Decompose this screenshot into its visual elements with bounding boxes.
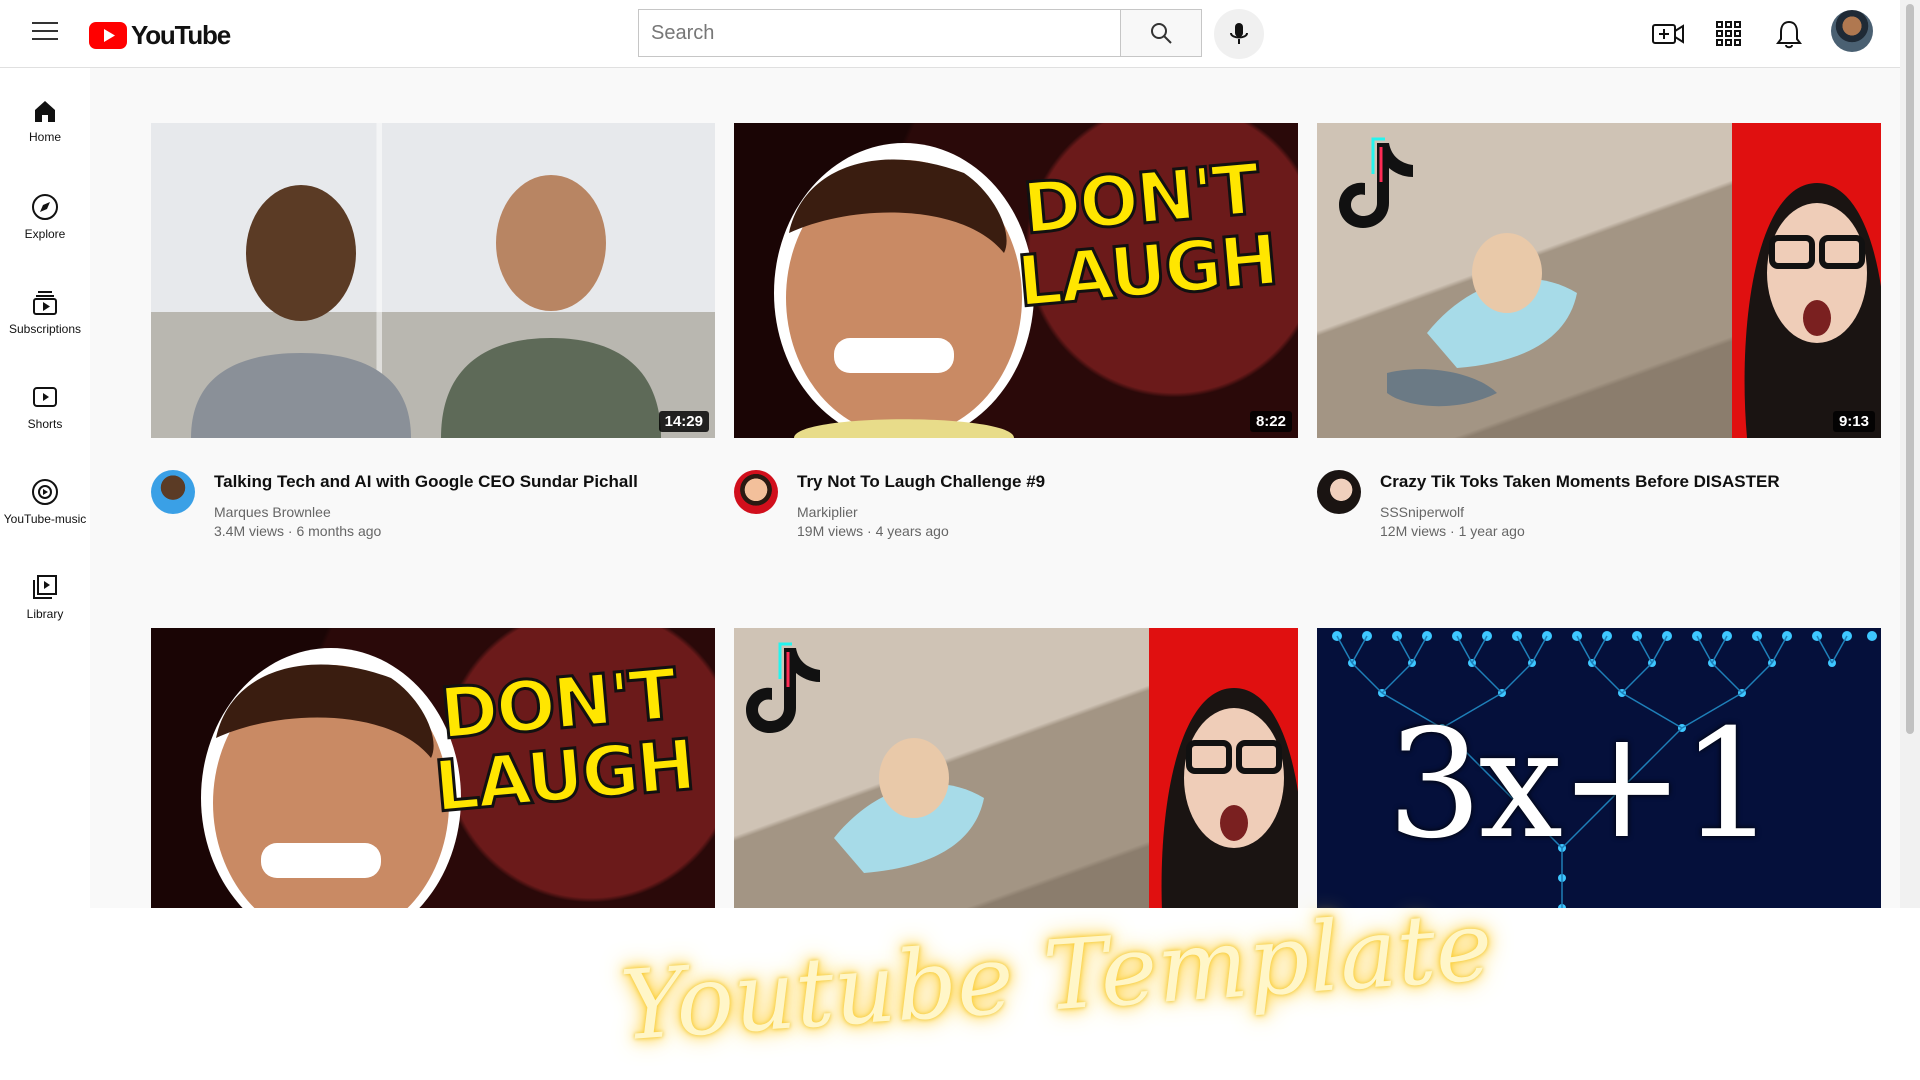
video-meta: Try Not To Laugh Challenge #9 Markiplier… <box>734 438 1298 548</box>
sidebar-item-label: Subscriptions <box>8 322 82 336</box>
video-duration: 14:29 <box>658 411 709 432</box>
channel-name[interactable]: SSSniperwolf <box>1380 504 1464 520</box>
video-card[interactable] <box>734 628 1298 908</box>
account-avatar[interactable] <box>1831 10 1873 52</box>
youtube-play-icon <box>89 22 127 49</box>
video-thumbnail[interactable]: 14:29 <box>151 123 715 438</box>
sidebar-item-label: Home <box>28 130 61 144</box>
thumbnail-caption: DON'T LAUGH <box>430 652 699 830</box>
menu-icon[interactable] <box>32 22 58 44</box>
sidebar-item-home[interactable]: Home <box>0 98 90 178</box>
search-icon <box>1151 23 1172 44</box>
library-icon <box>33 575 57 599</box>
shorts-icon <box>33 387 57 407</box>
thumbnail-art <box>1339 123 1881 438</box>
voice-search-button[interactable] <box>1214 9 1264 59</box>
channel-name[interactable]: Markiplier <box>797 504 858 520</box>
video-thumbnail[interactable]: DON'T LAUGH 8:22 <box>734 123 1298 438</box>
channel-avatar[interactable] <box>734 470 778 514</box>
video-stats: 12M views · 1 year ago <box>1380 523 1525 539</box>
video-thumbnail[interactable] <box>734 628 1298 908</box>
video-meta: Talking Tech and AI with Google CEO Sund… <box>151 438 715 548</box>
video-duration: 8:22 <box>1249 411 1292 432</box>
top-bar: YouTube <box>0 0 1900 68</box>
thumbnail-caption: 3x+1 <box>1387 698 1776 872</box>
sidebar: Home Explore Subscriptions Shorts YouTub… <box>0 68 90 908</box>
apps-button[interactable] <box>1709 14 1749 54</box>
video-meta: Crazy Tik Toks Taken Moments Before DISA… <box>1317 438 1881 548</box>
video-title[interactable]: Talking Tech and AI with Google CEO Sund… <box>214 472 638 492</box>
sidebar-item-label: Library <box>26 607 64 621</box>
apps-grid-icon <box>1716 21 1741 46</box>
sidebar-item-label: YouTube-music <box>3 512 87 526</box>
video-stats: 19M views · 4 years ago <box>797 523 949 539</box>
video-stats: 3.4M views · 6 months ago <box>214 523 382 539</box>
channel-avatar[interactable] <box>1317 470 1361 514</box>
video-card[interactable]: DON'T LAUGH <box>151 628 715 908</box>
video-card[interactable]: DON'T LAUGH 8:22 Try Not To Laugh Challe… <box>734 123 1298 548</box>
channel-name[interactable]: Marques Brownlee <box>214 504 331 520</box>
search-bar <box>638 9 1202 57</box>
search-button[interactable] <box>1120 9 1202 57</box>
video-grid: 14:29 Talking Tech and AI with Google CE… <box>90 68 1900 908</box>
sidebar-item-library[interactable]: Library <box>0 573 90 653</box>
sidebar-item-shorts[interactable]: Shorts <box>0 383 90 463</box>
video-camera-plus-icon <box>1652 24 1684 44</box>
sidebar-item-label: Shorts <box>27 417 63 431</box>
sidebar-item-subscriptions[interactable]: Subscriptions <box>0 288 90 368</box>
scrollbar-thumb[interactable] <box>1906 4 1914 734</box>
video-card[interactable]: 14:29 Talking Tech and AI with Google CE… <box>151 123 715 548</box>
notifications-button[interactable] <box>1769 14 1809 54</box>
thumbnail-art <box>746 628 1298 908</box>
video-thumbnail[interactable]: 9:13 <box>1317 123 1881 438</box>
video-title[interactable]: Crazy Tik Toks Taken Moments Before DISA… <box>1380 472 1780 492</box>
video-thumbnail[interactable]: 3x+1 <box>1317 628 1881 908</box>
youtube-logo[interactable]: YouTube <box>89 20 231 51</box>
microphone-icon <box>1230 23 1248 44</box>
video-duration: 9:13 <box>1832 411 1875 432</box>
sidebar-item-explore[interactable]: Explore <box>0 193 90 273</box>
compass-icon <box>32 194 58 220</box>
sidebar-item-youtube-music[interactable]: YouTube-music <box>0 478 90 558</box>
video-title[interactable]: Try Not To Laugh Challenge #9 <box>797 472 1045 492</box>
subscriptions-icon <box>33 291 57 315</box>
page-scrollbar[interactable] <box>1900 0 1920 908</box>
channel-avatar[interactable] <box>151 470 195 514</box>
search-input[interactable] <box>638 9 1120 57</box>
thumbnail-caption: DON'T LAUGH <box>1013 147 1282 325</box>
thumbnail-art <box>191 175 661 438</box>
home-icon <box>35 101 55 122</box>
logo-text: YouTube <box>131 20 231 50</box>
bell-icon <box>1776 20 1802 49</box>
music-icon <box>32 479 58 505</box>
template-watermark: Youtube Template <box>617 889 1496 1063</box>
sidebar-item-label: Explore <box>24 227 66 241</box>
create-video-button[interactable] <box>1648 14 1688 54</box>
video-card[interactable]: 9:13 Crazy Tik Toks Taken Moments Before… <box>1317 123 1881 548</box>
video-thumbnail[interactable]: DON'T LAUGH <box>151 628 715 908</box>
video-card[interactable]: 3x+1 <box>1317 628 1881 908</box>
